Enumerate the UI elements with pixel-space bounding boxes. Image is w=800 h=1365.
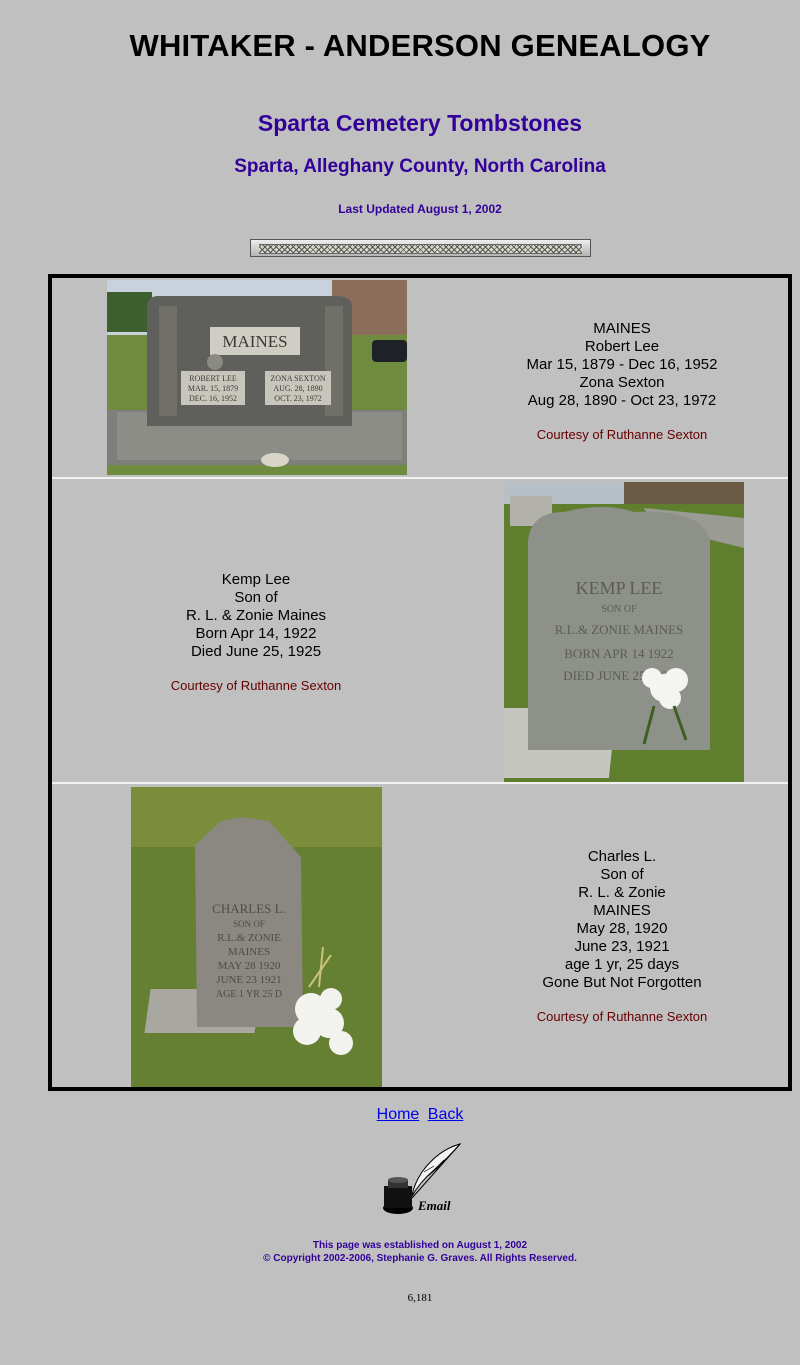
entry-line: Kemp Lee xyxy=(221,571,291,588)
stone-left-line: ROBERT LEE xyxy=(189,374,237,383)
entry-line: Son of xyxy=(600,866,644,883)
entry-line: Zona Sexton xyxy=(579,374,665,391)
stone-inscription-line: R.L.& ZONIE MAINES xyxy=(555,622,684,637)
hit-counter: 6,181 xyxy=(407,1292,433,1304)
stone-inscription-line: SON OF xyxy=(601,604,637,615)
charles-l-headstone-photo: CHARLES L. SON OF R.L.& ZONIE MAINES MAY… xyxy=(131,787,382,1087)
entry-line: MAINES xyxy=(593,320,651,337)
stone-left-line: MAR. 15, 1879 xyxy=(188,384,238,393)
entry-description: MAINES Robert Lee Mar 15, 1879 - Dec 16,… xyxy=(452,320,792,444)
home-link[interactable]: Home xyxy=(377,1106,420,1123)
page-title: Sparta Cemetery Tombstones xyxy=(257,110,583,136)
stone-inscription-line: SON OF xyxy=(233,919,265,929)
copyright-text: © Copyright 2002-2006, Stephanie G. Grav… xyxy=(263,1253,577,1264)
entry-line: June 23, 1921 xyxy=(574,938,670,955)
stone-left-line: DEC. 16, 1952 xyxy=(189,394,237,403)
location-heading: Sparta, Alleghany County, North Carolina xyxy=(234,156,606,177)
entry-line: R. L. & Zonie xyxy=(578,884,666,901)
footer: This page was established on August 1, 2… xyxy=(0,1239,800,1265)
stone-right-line: ZONA SEXTON xyxy=(270,374,325,383)
entry-line: Died June 25, 1925 xyxy=(190,643,322,660)
maines-headstone-photo: MAINES ROBERT LEE MAR. 15, 1879 DEC. 16,… xyxy=(107,280,407,475)
entry-line: Born Apr 14, 1922 xyxy=(195,625,317,642)
established-text: This page was established on August 1, 2… xyxy=(312,1240,528,1251)
entry-line: Son of xyxy=(234,589,278,606)
entry-line: R. L. & Zonie Maines xyxy=(185,607,327,624)
site-title: WHITAKER - ANDERSON GENEALOGY xyxy=(129,28,711,63)
last-updated: Last Updated August 1, 2002 xyxy=(338,202,502,216)
entry-line: Mar 15, 1879 - Dec 16, 1952 xyxy=(526,356,718,373)
table-row: Kemp Lee Son of R. L. & Zonie Maines Bor… xyxy=(52,479,788,784)
photo-credit: Courtesy of Ruthanne Sexton xyxy=(170,678,342,693)
back-link[interactable]: Back xyxy=(428,1106,464,1123)
entry-line: Robert Lee xyxy=(584,338,660,355)
quill-inkwell-icon: Email xyxy=(383,1143,462,1214)
stone-inscription-line: AGE 1 YR 25 D xyxy=(216,989,282,1000)
stone-right-line: OCT. 23, 1972 xyxy=(274,394,321,403)
kemp-lee-headstone-photo: KEMP LEE SON OF R.L.& ZONIE MAINES BORN … xyxy=(504,482,744,782)
entry-line: Gone But Not Forgotten xyxy=(542,974,702,991)
stone-inscription-line: R.L.& ZONIE xyxy=(217,932,281,944)
entry-line: MAINES xyxy=(593,902,651,919)
stone-inscription-line: BORN APR 14 1922 xyxy=(564,646,673,661)
stone-inscription-line: MAY 28 1920 xyxy=(218,960,281,972)
stone-inscription-line: JUNE 23 1921 xyxy=(216,974,281,986)
tombstone-table: MAINES ROBERT LEE MAR. 15, 1879 DEC. 16,… xyxy=(48,274,792,1091)
entry-description: Kemp Lee Son of R. L. & Zonie Maines Bor… xyxy=(86,571,426,695)
email-label: Email xyxy=(417,1198,451,1213)
table-row: MAINES ROBERT LEE MAR. 15, 1879 DEC. 16,… xyxy=(52,278,788,479)
entry-line: May 28, 1920 xyxy=(576,920,668,937)
entry-line: age 1 yr, 25 days xyxy=(564,956,680,973)
entry-line: Aug 28, 1890 - Oct 23, 1972 xyxy=(527,392,717,409)
stone-inscription-line: MAINES xyxy=(228,946,270,958)
email-link[interactable]: Email xyxy=(378,1142,462,1218)
stone-inscription-line: KEMP LEE xyxy=(576,578,663,598)
table-row: CHARLES L. SON OF R.L.& ZONIE MAINES MAY… xyxy=(52,784,788,1089)
nav-links: Home Back xyxy=(0,1106,800,1124)
stone-right-line: AUG. 28, 1890 xyxy=(273,384,322,393)
decorative-divider xyxy=(250,239,591,257)
photo-credit: Courtesy of Ruthanne Sexton xyxy=(536,427,708,442)
stone-inscription-line: CHARLES L. xyxy=(212,901,286,916)
entry-description: Charles L. Son of R. L. & Zonie MAINES M… xyxy=(452,848,792,1026)
stone-family-name: MAINES xyxy=(222,332,287,351)
photo-credit: Courtesy of Ruthanne Sexton xyxy=(536,1009,708,1024)
entry-line: Charles L. xyxy=(587,848,657,865)
